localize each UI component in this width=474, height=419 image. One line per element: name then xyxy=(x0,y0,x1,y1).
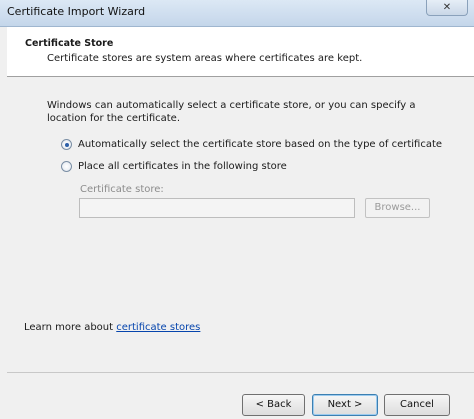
window-title: Certificate Import Wizard xyxy=(7,5,146,18)
learn-more-prefix: Learn more about xyxy=(24,322,117,333)
wizard-footer: < Back Next > Cancel xyxy=(7,372,474,419)
radio-auto-select-label[interactable]: Automatically select the certificate sto… xyxy=(78,139,442,150)
cancel-button[interactable]: Cancel xyxy=(384,394,450,416)
radio-auto-select[interactable]: Automatically select the certificate sto… xyxy=(61,139,442,150)
title-bar: Certificate Import Wizard ✕ xyxy=(0,0,474,27)
close-icon: ✕ xyxy=(442,2,452,13)
certificate-store-label: Certificate store: xyxy=(80,184,164,195)
certificate-stores-link[interactable]: certificate stores xyxy=(116,322,200,333)
learn-more-text: Learn more about certificate stores xyxy=(24,322,200,333)
wizard-header: Certificate Store Certificate stores are… xyxy=(7,27,474,77)
close-button[interactable]: ✕ xyxy=(426,0,468,16)
certificate-store-field[interactable] xyxy=(79,198,355,218)
radio-place-in-store[interactable]: Place all certificates in the following … xyxy=(61,161,287,172)
radio-auto-select-icon[interactable] xyxy=(61,139,72,150)
back-button[interactable]: < Back xyxy=(242,394,305,416)
intro-text: Windows can automatically select a certi… xyxy=(47,100,416,124)
section-title: Certificate Store xyxy=(25,38,114,49)
radio-place-in-store-label[interactable]: Place all certificates in the following … xyxy=(78,161,287,172)
radio-place-in-store-icon[interactable] xyxy=(61,161,72,172)
section-description: Certificate stores are system areas wher… xyxy=(47,53,363,64)
wizard-content: Windows can automatically select a certi… xyxy=(7,77,474,372)
browse-button[interactable]: Browse... xyxy=(365,198,430,218)
next-button[interactable]: Next > xyxy=(312,394,378,416)
